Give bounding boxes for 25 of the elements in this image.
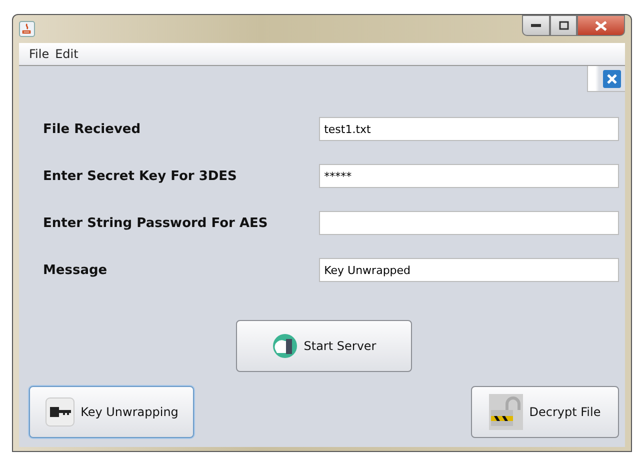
close-icon[interactable]: [603, 70, 621, 88]
key-icon: [44, 397, 75, 427]
menu-item[interactable]: Edit: [55, 47, 78, 61]
action-button[interactable]: Decrypt File: [471, 386, 619, 438]
field-label: File Recieved: [43, 122, 142, 136]
padlock-icon: [489, 394, 524, 430]
text-field[interactable]: test1.txt: [319, 117, 619, 141]
server-icon: [272, 333, 298, 359]
minimize-button[interactable]: [522, 15, 550, 36]
close-icon: [595, 20, 607, 30]
field-label: Enter Secret Key For 3DES: [43, 168, 238, 184]
action-button[interactable]: Key Unwrapping: [29, 386, 194, 438]
java-cup-icon: [19, 21, 35, 37]
minimize-icon: [531, 24, 541, 28]
action-button[interactable]: Start Server: [236, 320, 412, 372]
maximize-icon: [558, 21, 568, 30]
text-field[interactable]: *****: [319, 164, 619, 188]
menu-item[interactable]: File: [29, 47, 50, 61]
close-tab[interactable]: [587, 66, 625, 92]
close-button[interactable]: [577, 15, 625, 36]
text-field[interactable]: [319, 211, 619, 235]
field-label: Enter String Password For AES: [43, 216, 269, 230]
text-field[interactable]: Key Unwrapped: [319, 258, 619, 282]
field-label: Message: [43, 262, 108, 278]
maximize-button[interactable]: [550, 15, 577, 36]
